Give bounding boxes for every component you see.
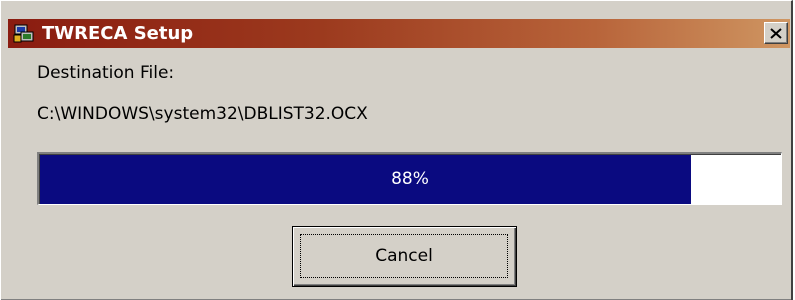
progress-bar: 88%	[37, 152, 782, 205]
title-bar[interactable]: TWRECA Setup	[8, 19, 790, 48]
setup-installer-icon	[13, 22, 35, 44]
close-button[interactable]	[764, 22, 788, 44]
setup-dialog-window: TWRECA Setup Destination File: C:\WINDOW…	[0, 0, 793, 300]
destination-file-path: C:\WINDOWS\system32\DBLIST32.OCX	[37, 104, 368, 124]
cancel-button[interactable]: Cancel	[292, 226, 517, 287]
window-title: TWRECA Setup	[42, 23, 194, 44]
close-icon	[770, 24, 782, 43]
cancel-button-label: Cancel	[300, 234, 508, 278]
destination-file-label: Destination File:	[37, 63, 175, 83]
progress-percent-text: 88%	[391, 169, 429, 189]
